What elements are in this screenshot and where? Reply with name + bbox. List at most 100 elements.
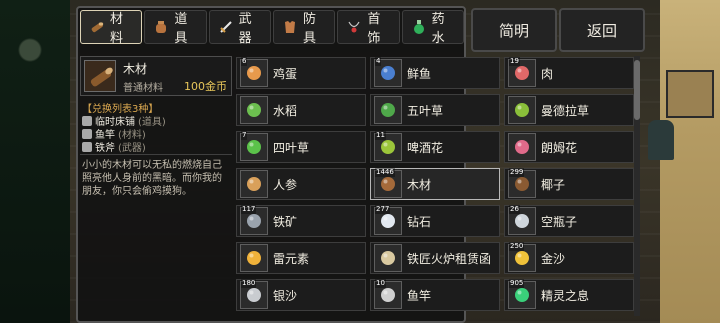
rum-flower-icon — [508, 133, 536, 161]
item-slot[interactable]: 五叶草 — [370, 94, 500, 126]
tab-label: 首饰 — [367, 12, 381, 46]
item-slot[interactable]: 117 铁矿 — [236, 205, 366, 237]
item-name: 鸡蛋 — [273, 67, 298, 81]
scroll-icon — [374, 244, 402, 272]
five-leaf-clover-icon — [374, 96, 402, 124]
item-name: 钻石 — [407, 215, 432, 229]
forest-edge — [0, 0, 70, 323]
item-slot[interactable]: 曼德拉草 — [504, 94, 634, 126]
item-name: 曼德拉草 — [541, 104, 590, 118]
item-detail-panel: 木材 普通材料 100金币 【兑换列表3种】 临时床铺 (道具) 鱼竿 (材料) 铁斧(… — [80, 56, 232, 319]
wood-icon — [84, 60, 116, 92]
item-slot[interactable]: 6 鸡蛋 — [236, 57, 366, 89]
item-description: 小小的木材可以无私的燃烧自己照亮他人身前的黑暗。而你我的朋友，你只会偷鸡摸狗。 — [82, 160, 222, 197]
item-name: 精灵之息 — [541, 289, 590, 303]
item-count: 26 — [509, 205, 520, 214]
back-label: 返回 — [586, 21, 617, 40]
item-count: 1446 — [375, 168, 395, 177]
tab-potion[interactable]: 道具 — [144, 10, 207, 46]
item-count: 250 — [509, 242, 525, 251]
item-price: 100金币 — [184, 80, 227, 93]
item-count: 7 — [241, 131, 248, 140]
mandrake-icon — [508, 96, 536, 124]
back-button[interactable]: 返回 — [559, 8, 645, 52]
necklace-icon — [346, 19, 362, 35]
armor-icon — [282, 19, 298, 35]
item-name: 五叶草 — [407, 104, 444, 118]
item-count: 19 — [509, 57, 520, 66]
scrollbar-thumb[interactable] — [634, 60, 640, 120]
exchange-item-icon — [82, 141, 92, 152]
exchange-list: 临时床铺 (道具) 鱼竿 (材料) 铁斧 (武器) — [82, 114, 166, 154]
tab-label: 防具 — [302, 12, 316, 46]
item-slot[interactable]: 雷元素 — [236, 242, 366, 274]
floor-tile — [666, 70, 714, 118]
item-slot[interactable]: 905 精灵之息 — [504, 279, 634, 311]
item-name: 肉 — [541, 67, 554, 81]
item-name: 水稻 — [273, 104, 298, 118]
item-name: 雷元素 — [273, 252, 310, 266]
item-slot[interactable]: 4 鲜鱼 — [370, 57, 500, 89]
item-slot[interactable]: 10 鱼竿 — [370, 279, 500, 311]
item-slot[interactable]: 26 空瓶子 — [504, 205, 634, 237]
item-slot[interactable]: 277 钻石 — [370, 205, 500, 237]
item-name: 铁矿 — [273, 215, 298, 229]
sword-icon — [218, 19, 234, 35]
item-slot[interactable]: 1446 木材 — [370, 168, 500, 200]
item-category: 普通材料 — [123, 83, 163, 94]
item-grid-scrollbar[interactable] — [634, 56, 640, 316]
item-count: 117 — [241, 205, 257, 214]
item-count: 180 — [241, 279, 257, 288]
rice-icon — [240, 96, 268, 124]
item-slot[interactable]: 19 肉 — [504, 57, 634, 89]
item-name: 朗姆花 — [541, 141, 578, 155]
item-count: 6 — [241, 57, 248, 66]
wooden-floor — [660, 0, 720, 323]
item-count: 277 — [375, 205, 391, 214]
item-name: 木材 — [123, 62, 148, 76]
divider — [80, 154, 232, 155]
item-slot[interactable]: 7 四叶草 — [236, 131, 366, 163]
item-slot[interactable]: 人参 — [236, 168, 366, 200]
tab-sword[interactable]: 武器 — [208, 10, 271, 46]
potion-icon — [153, 19, 169, 35]
item-slot[interactable]: 250 金沙 — [504, 242, 634, 274]
item-name: 银沙 — [273, 289, 298, 303]
item-name: 四叶草 — [273, 141, 310, 155]
item-slot[interactable]: 180 银沙 — [236, 279, 366, 311]
item-count: 10 — [375, 279, 386, 288]
item-name: 金沙 — [541, 252, 566, 266]
item-detail-header: 木材 普通材料 100金币 — [80, 56, 232, 96]
item-count: 299 — [509, 168, 525, 177]
item-name: 人参 — [273, 178, 298, 192]
exchange-item-icon — [82, 128, 92, 139]
flask-icon — [411, 19, 427, 35]
item-slot[interactable]: 铁匠火炉租赁函 — [370, 242, 500, 274]
item-name: 啤酒花 — [407, 141, 444, 155]
simple-view-button[interactable]: 简明 — [471, 8, 557, 52]
exchange-item-type: (武器) — [118, 143, 146, 154]
exchange-item-name: 铁斧 — [95, 143, 115, 154]
ginseng-icon — [240, 170, 268, 198]
item-name: 铁匠火炉租赁函 — [407, 252, 492, 266]
tab-label: 药水 — [431, 12, 445, 46]
thunder-element-icon — [240, 244, 268, 272]
tab-armor[interactable]: 防具 — [272, 10, 336, 46]
item-slot[interactable]: 水稻 — [236, 94, 366, 126]
item-slot[interactable]: 299 椰子 — [504, 168, 634, 200]
item-count: 11 — [375, 131, 386, 140]
category-tabs: 材料 道具 武器 防具 首饰 药水 — [80, 10, 464, 48]
tab-log[interactable]: 材料 — [80, 10, 143, 46]
item-slot[interactable]: 朗姆花 — [504, 131, 634, 163]
exchange-item[interactable]: 铁斧 (武器) — [82, 140, 166, 154]
item-slot[interactable]: 11 啤酒花 — [370, 131, 500, 163]
tab-flask[interactable]: 药水 — [401, 10, 464, 46]
tab-label: 材料 — [110, 12, 124, 46]
item-name: 鲜鱼 — [407, 67, 432, 81]
simple-view-label: 简明 — [498, 21, 529, 40]
item-name: 空瓶子 — [541, 215, 578, 229]
tab-necklace[interactable]: 首饰 — [337, 10, 400, 46]
item-name: 鱼竿 — [407, 289, 432, 303]
item-count: 4 — [375, 57, 382, 66]
exchange-item-icon — [82, 115, 92, 126]
